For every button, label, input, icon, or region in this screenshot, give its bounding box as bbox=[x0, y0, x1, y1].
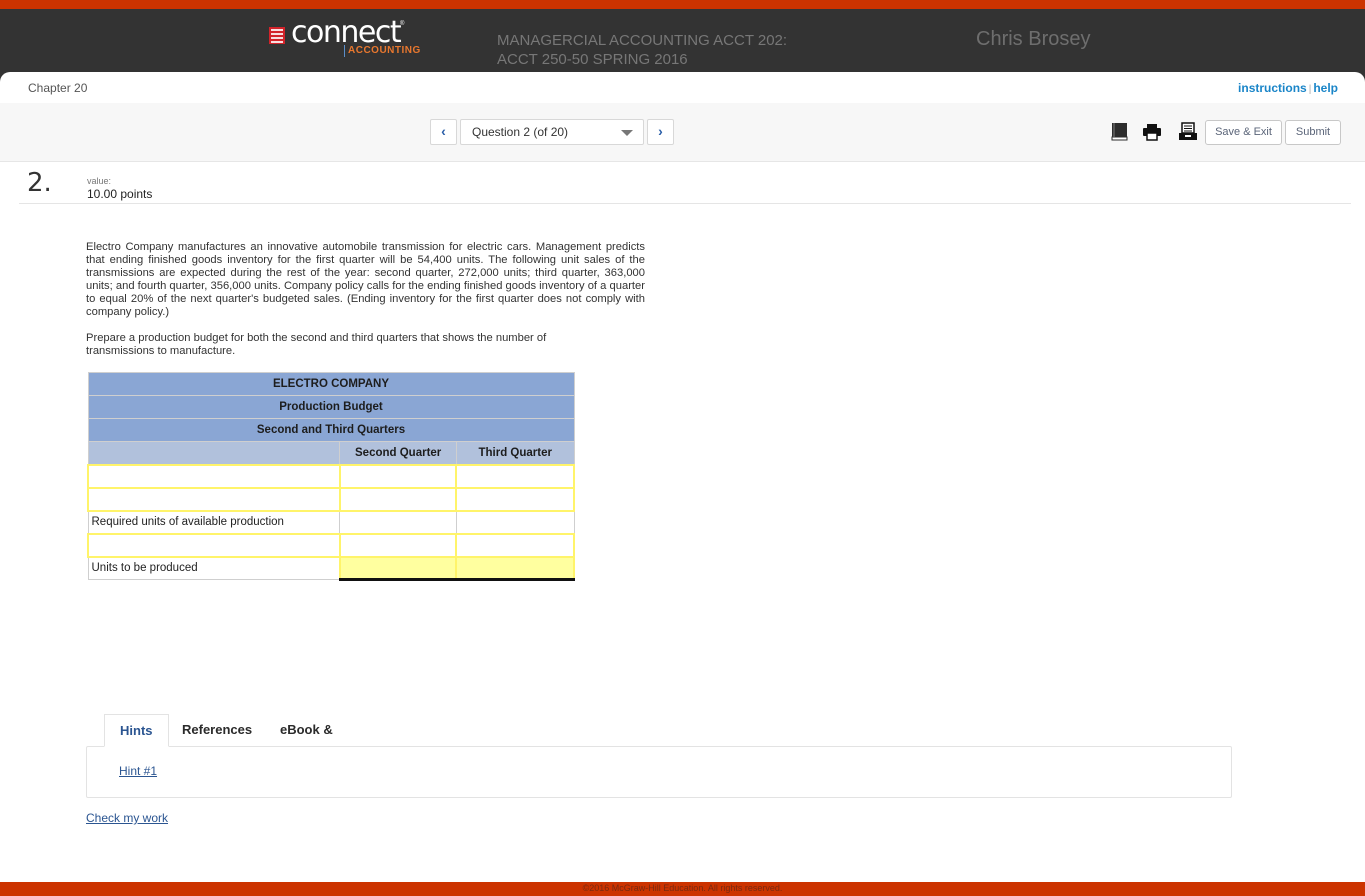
required-units-q3 bbox=[455, 509, 575, 534]
question-selector[interactable]: Question 2 (of 20) bbox=[460, 119, 644, 145]
table-row: Required units of available production bbox=[87, 509, 575, 534]
chevron-left-icon: ‹ bbox=[441, 123, 446, 139]
next-question-button[interactable]: › bbox=[647, 119, 674, 145]
hint-1-link[interactable]: Hint #1 bbox=[119, 764, 157, 778]
instructions-link[interactable]: instructions bbox=[1238, 81, 1307, 95]
logo-subtitle: ACCOUNTING bbox=[344, 45, 421, 57]
table-title-row: Second and Third Quarters bbox=[87, 418, 575, 442]
row-1-q2-input[interactable] bbox=[340, 465, 456, 487]
divider bbox=[19, 203, 1351, 204]
mcgraw-hill-logo-icon bbox=[269, 27, 285, 44]
budget-name-header: Production Budget bbox=[87, 395, 575, 419]
ebook-icon[interactable] bbox=[1110, 122, 1130, 142]
table-title-row: Production Budget bbox=[87, 395, 575, 419]
caret-down-icon bbox=[621, 130, 633, 136]
archive-icon[interactable] bbox=[1178, 122, 1198, 142]
chapter-label: Chapter 20 bbox=[28, 81, 88, 95]
row-2-label-cell[interactable] bbox=[87, 486, 341, 512]
table-row bbox=[87, 463, 575, 489]
row-1-q3-cell[interactable] bbox=[455, 463, 575, 489]
row-4-label-input[interactable] bbox=[89, 534, 339, 556]
column-header-row: Second Quarter Third Quarter bbox=[87, 441, 575, 465]
question-toolbar: ‹ Question 2 (of 20) › Save & Exit Submi… bbox=[0, 103, 1365, 162]
table-row bbox=[87, 532, 575, 558]
units-to-be-produced-label: Units to be produced bbox=[87, 556, 341, 580]
tab-hints[interactable]: Hints bbox=[104, 714, 169, 747]
row-4-q3-cell[interactable] bbox=[455, 532, 575, 558]
question-instruction: Prepare a production budget for both the… bbox=[86, 332, 547, 357]
question-prompt: Electro Company manufactures an innovati… bbox=[86, 241, 645, 371]
submit-button[interactable]: Submit bbox=[1285, 120, 1341, 145]
production-budget-table: ELECTRO COMPANY Production Budget Second… bbox=[87, 372, 575, 581]
row-4-label-cell[interactable] bbox=[87, 532, 341, 558]
footer: ©2016 McGraw-Hill Education. All rights … bbox=[0, 882, 1365, 896]
link-separator: | bbox=[1308, 84, 1312, 95]
units-produced-q3-cell[interactable] bbox=[455, 555, 575, 581]
units-produced-q2-input[interactable] bbox=[340, 557, 456, 578]
units-produced-q2-cell[interactable] bbox=[338, 555, 458, 581]
row-2-q2-cell[interactable] bbox=[338, 486, 458, 512]
chevron-right-icon: › bbox=[658, 123, 663, 139]
user-name: Chris Brosey bbox=[976, 28, 1091, 50]
required-units-label: Required units of available production bbox=[87, 510, 341, 534]
print-icon[interactable] bbox=[1142, 122, 1162, 142]
row-2-label-input[interactable] bbox=[89, 488, 339, 510]
question-number: 2. bbox=[27, 168, 52, 198]
required-units-q2 bbox=[339, 509, 457, 534]
value-label: value: bbox=[87, 176, 112, 186]
save-exit-button[interactable]: Save & Exit bbox=[1205, 120, 1282, 145]
top-links: instructions | help bbox=[1238, 81, 1338, 95]
row-2-q3-input[interactable] bbox=[457, 488, 573, 510]
row-4-q3-input[interactable] bbox=[457, 534, 573, 556]
assignment-page: Chapter 20 instructions | help ‹ Question … bbox=[0, 72, 1365, 882]
help-link[interactable]: help bbox=[1313, 81, 1338, 95]
period-header: Second and Third Quarters bbox=[87, 418, 575, 442]
hints-panel: Hint #1 bbox=[86, 746, 1232, 798]
company-name-header: ELECTRO COMPANY bbox=[87, 372, 575, 396]
row-1-q3-input[interactable] bbox=[457, 465, 573, 487]
app-header: connect ® ACCOUNTING MANAGERCIAL ACCOUNT… bbox=[0, 9, 1365, 73]
row-2-q2-input[interactable] bbox=[340, 488, 456, 510]
column-header-second-quarter: Second Quarter bbox=[339, 441, 457, 465]
check-my-work-link[interactable]: Check my work bbox=[86, 811, 168, 825]
table-title-row: ELECTRO COMPANY bbox=[87, 372, 575, 396]
units-produced-q3-input[interactable] bbox=[457, 557, 573, 578]
column-header-third-quarter: Third Quarter bbox=[455, 441, 575, 465]
row-1-q2-cell[interactable] bbox=[338, 463, 458, 489]
question-selector-value: Question 2 (of 20) bbox=[472, 125, 569, 139]
question-paragraph: Electro Company manufactures an innovati… bbox=[86, 241, 645, 318]
tab-ebook-resources[interactable]: eBook & Resources bbox=[265, 714, 361, 769]
column-header-label bbox=[87, 441, 341, 465]
connect-logo[interactable]: connect ® ACCOUNTING bbox=[269, 15, 429, 61]
logo-registered-mark: ® bbox=[400, 21, 405, 27]
row-1-label-input[interactable] bbox=[89, 465, 339, 487]
question-points: 10.00 points bbox=[87, 187, 153, 201]
tab-references[interactable]: References bbox=[167, 714, 267, 747]
table-row: Units to be produced bbox=[87, 555, 575, 581]
row-4-q2-input[interactable] bbox=[340, 534, 456, 556]
row-2-q3-cell[interactable] bbox=[455, 486, 575, 512]
row-1-label-cell[interactable] bbox=[87, 463, 341, 489]
course-title: MANAGERCIAL ACCOUNTING ACCT 202: ACCT 25… bbox=[497, 32, 788, 68]
row-4-q2-cell[interactable] bbox=[338, 532, 458, 558]
copyright-text: ©2016 McGraw-Hill Education. All rights … bbox=[582, 883, 783, 893]
table-row bbox=[87, 486, 575, 512]
top-brand-strip bbox=[0, 0, 1365, 9]
previous-question-button[interactable]: ‹ bbox=[430, 119, 457, 145]
